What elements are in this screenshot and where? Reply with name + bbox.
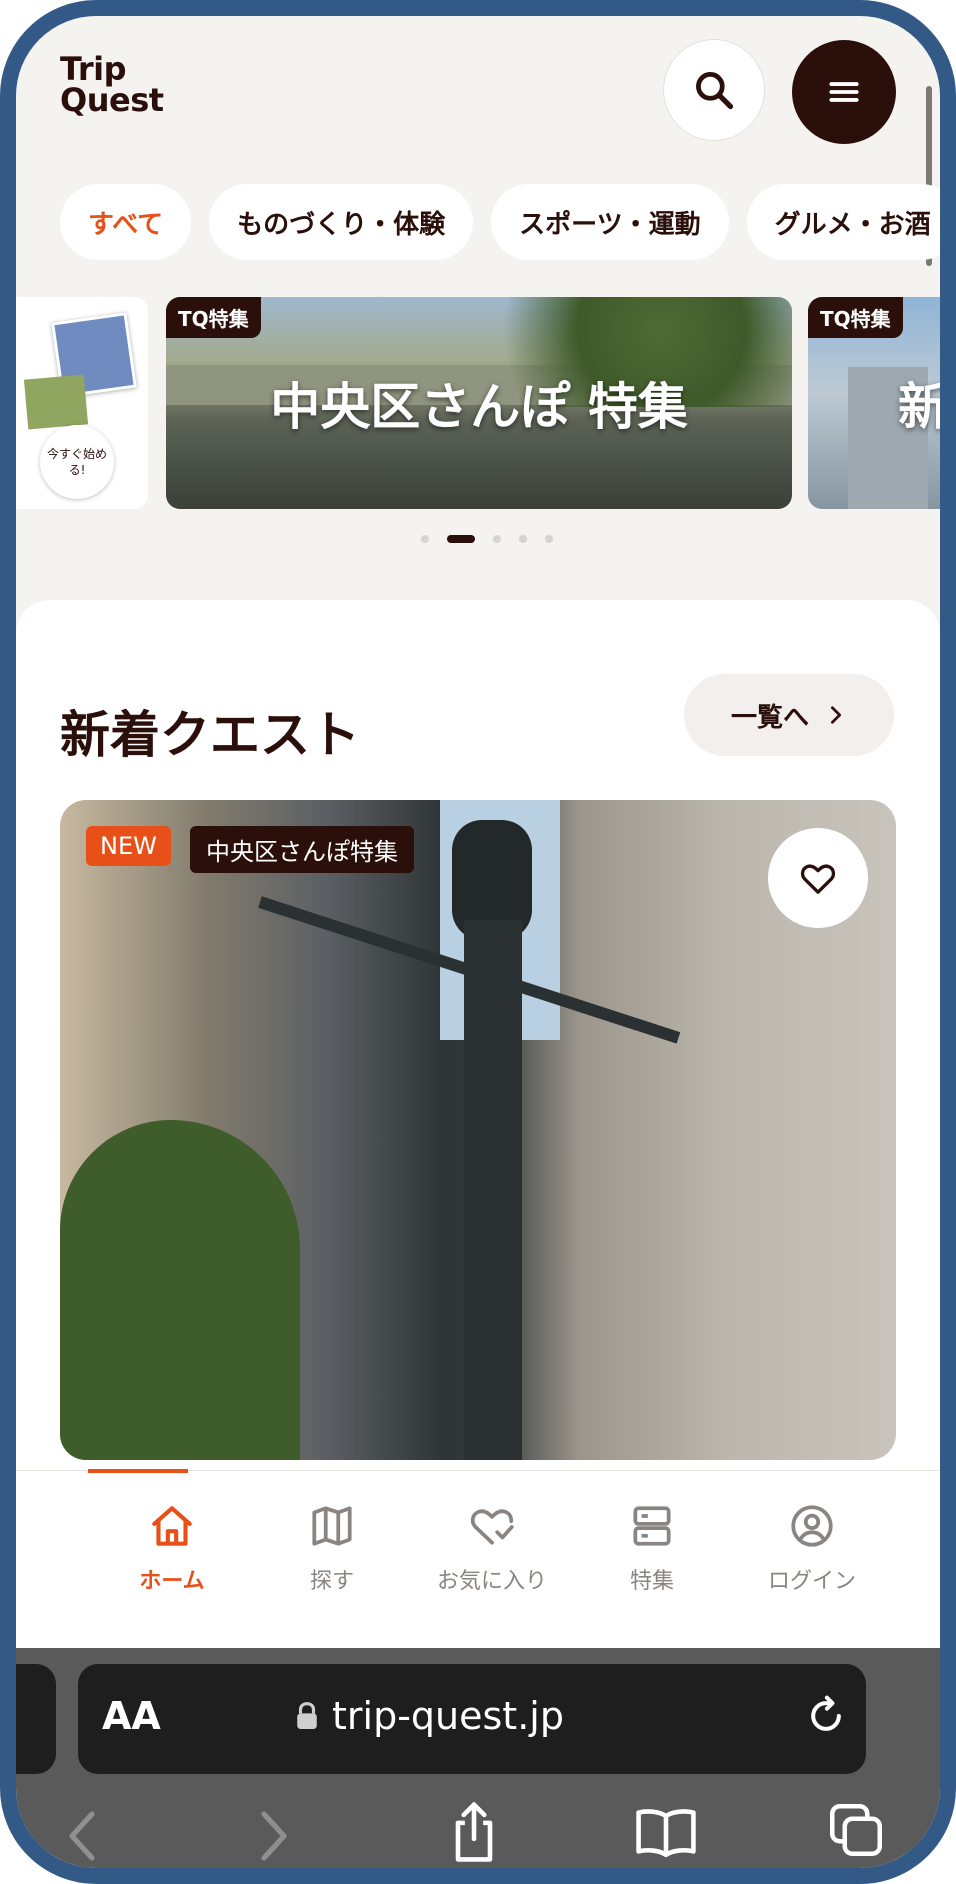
banner-previous[interactable]: 今すぐ始める! bbox=[16, 297, 148, 509]
logo-line-2: Quest bbox=[60, 81, 164, 119]
tab-search-label: 探す bbox=[309, 1569, 354, 1594]
forward-icon[interactable] bbox=[254, 1808, 294, 1864]
heart-icon bbox=[800, 864, 836, 894]
pagination-dot[interactable] bbox=[545, 535, 553, 543]
tab-home-label: ホーム bbox=[139, 1569, 205, 1594]
section-title: 新着クエスト bbox=[60, 706, 360, 764]
quest-card[interactable]: NEW 中央区さんぽ特集 bbox=[60, 800, 896, 1460]
category-chip-all[interactable]: すべて bbox=[60, 184, 192, 260]
banner-next-title: 新 bbox=[898, 367, 940, 439]
screen: Trip Quest すべて ものづくり・体験 スポーツ・運動 グルメ・お酒 今… bbox=[16, 16, 940, 1868]
bottom-tab-bar: ホーム 探す お気に入り 特集 ログイン bbox=[16, 1469, 940, 1651]
tab-favorites-label: お気に入り bbox=[436, 1569, 547, 1594]
view-all-label: 一覧へ bbox=[730, 702, 809, 733]
view-all-button[interactable]: 一覧へ bbox=[684, 674, 894, 756]
active-tab-indicator bbox=[88, 1469, 188, 1473]
reload-icon bbox=[811, 1695, 841, 1731]
category-chips: すべて ものづくり・体験 スポーツ・運動 グルメ・お酒 bbox=[60, 184, 940, 260]
map-icon bbox=[312, 1506, 352, 1546]
pagination-dot[interactable] bbox=[519, 535, 527, 543]
tab-features[interactable]: 特集 bbox=[582, 1501, 722, 1595]
app-logo[interactable]: Trip Quest bbox=[60, 53, 164, 119]
carousel-pagination bbox=[412, 535, 562, 543]
browser-toolbar: AA trip-quest.jp bbox=[16, 1648, 940, 1868]
previous-tab-preview[interactable] bbox=[16, 1664, 56, 1774]
card-photo-tree bbox=[60, 1120, 300, 1460]
tab-features-label: 特集 bbox=[629, 1569, 674, 1594]
favorite-button[interactable] bbox=[768, 828, 868, 928]
back-icon[interactable] bbox=[62, 1808, 102, 1864]
reader-text-size-button[interactable]: AA bbox=[102, 1694, 161, 1738]
user-circle-icon bbox=[791, 1505, 833, 1547]
banner-tag: TQ特集 bbox=[166, 297, 261, 338]
bookmarks-icon[interactable] bbox=[634, 1804, 698, 1860]
url-text: trip-quest.jp bbox=[332, 1694, 564, 1738]
lock-icon bbox=[297, 1702, 317, 1729]
address-bar[interactable]: AA trip-quest.jp bbox=[78, 1664, 866, 1774]
banner-next-tag: TQ特集 bbox=[808, 297, 903, 338]
menu-button[interactable] bbox=[792, 40, 896, 144]
category-chip-sports[interactable]: スポーツ・運動 bbox=[491, 184, 729, 260]
tab-login[interactable]: ログイン bbox=[742, 1501, 882, 1595]
pagination-dot[interactable] bbox=[421, 535, 429, 543]
feature-badge: 中央区さんぽ特集 bbox=[190, 826, 414, 873]
pagination-dot[interactable] bbox=[493, 535, 501, 543]
banner-featured[interactable]: TQ特集 中央区さんぽ 特集 bbox=[166, 297, 792, 509]
aa-label: AA bbox=[102, 1694, 161, 1738]
new-quests-section: 新着クエスト 一覧へ NEW 中央区さんぽ特集 bbox=[16, 600, 940, 1500]
search-icon bbox=[696, 72, 734, 110]
card-photo-lamp-pole bbox=[464, 920, 522, 1460]
tab-favorites[interactable]: お気に入り bbox=[422, 1501, 562, 1595]
share-icon[interactable] bbox=[446, 1800, 502, 1864]
tab-home[interactable]: ホーム bbox=[102, 1501, 242, 1595]
tabs-icon[interactable] bbox=[826, 1800, 886, 1860]
hamburger-menu-icon bbox=[829, 82, 859, 102]
banner-illustration-2 bbox=[23, 374, 89, 430]
tab-search[interactable]: 探す bbox=[262, 1501, 402, 1595]
banner-next[interactable]: TQ特集 新 bbox=[808, 297, 940, 509]
tab-login-label: ログイン bbox=[767, 1569, 856, 1594]
start-badge: 今すぐ始める! bbox=[40, 425, 114, 499]
reload-button[interactable] bbox=[804, 1694, 848, 1742]
start-badge-text: 今すぐ始める! bbox=[46, 447, 107, 477]
url-display[interactable]: trip-quest.jp bbox=[294, 1694, 564, 1738]
device-frame: Trip Quest すべて ものづくり・体験 スポーツ・運動 グルメ・お酒 今… bbox=[0, 0, 956, 1884]
category-chip-crafts[interactable]: ものづくり・体験 bbox=[209, 184, 474, 260]
new-badge: NEW bbox=[86, 826, 171, 866]
home-icon bbox=[152, 1506, 192, 1546]
search-button[interactable] bbox=[664, 40, 764, 140]
category-chip-gourmet[interactable]: グルメ・お酒 bbox=[746, 184, 940, 260]
feature-list-icon bbox=[633, 1506, 671, 1546]
banner-title: 中央区さんぽ 特集 bbox=[270, 378, 688, 436]
chevron-right-icon bbox=[830, 706, 842, 724]
pagination-dot-active[interactable] bbox=[447, 535, 475, 543]
heart-check-icon bbox=[470, 1509, 514, 1545]
